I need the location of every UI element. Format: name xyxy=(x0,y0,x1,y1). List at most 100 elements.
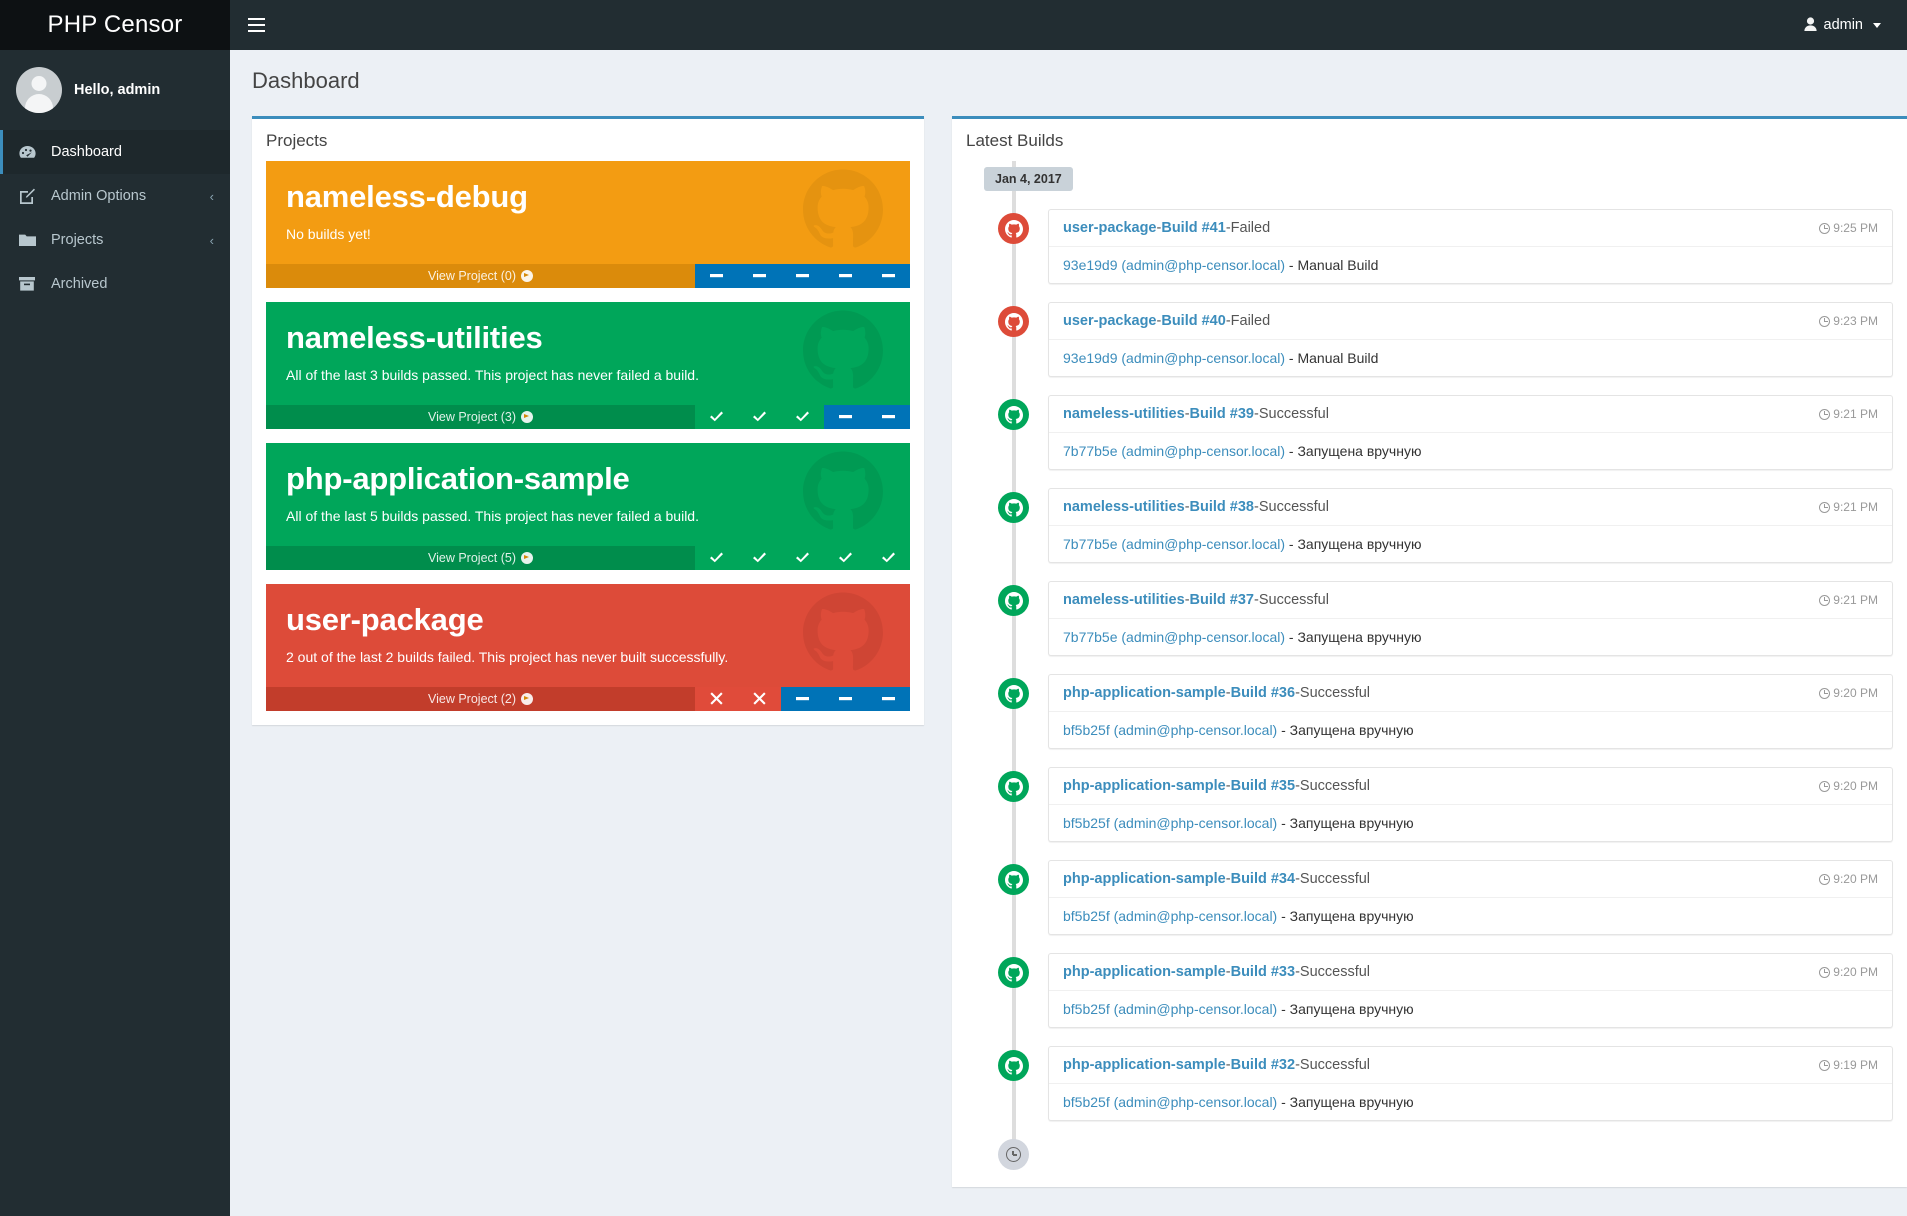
build-project-link[interactable]: php-application-sample xyxy=(1063,778,1226,794)
build-project-link[interactable]: php-application-sample xyxy=(1063,871,1226,887)
view-project-link[interactable]: View Project (3) xyxy=(266,405,695,429)
clock-icon xyxy=(998,1139,1029,1170)
project-card-footer: View Project (2) xyxy=(266,686,910,711)
build-commit-link[interactable]: bf5b25f (admin@php-censor.local) xyxy=(1063,1094,1277,1110)
build-number-link[interactable]: Build #34 xyxy=(1231,871,1295,887)
build-status-ok-icon[interactable] xyxy=(695,404,738,429)
sidebar-greeting: Hello, admin xyxy=(74,82,161,98)
build-time-label: 9:25 PM xyxy=(1833,221,1878,235)
github-icon xyxy=(998,864,1029,895)
build-commit-link[interactable]: 7b77b5e (admin@php-censor.local) xyxy=(1063,536,1285,552)
view-project-label: View Project (0) xyxy=(428,268,516,283)
build-time: 9:19 PM xyxy=(1819,1058,1878,1072)
build-number-link[interactable]: Build #41 xyxy=(1161,220,1225,236)
build-status-fail-icon[interactable] xyxy=(738,686,781,711)
build-card-body: 7b77b5e (admin@php-censor.local) - Запущ… xyxy=(1049,619,1892,655)
build-card: php-application-sample - Build #35 - Suc… xyxy=(1048,767,1893,842)
build-timeline-item: user-package - Build #41 - Failed 9:25 PM… xyxy=(980,209,1893,284)
build-status-ok-icon[interactable] xyxy=(867,545,910,570)
build-number-link[interactable]: Build #36 xyxy=(1231,685,1295,701)
build-status-none-icon[interactable] xyxy=(867,686,910,711)
view-project-link[interactable]: View Project (2) xyxy=(266,687,695,711)
build-commit-link[interactable]: 93e19d9 (admin@php-censor.local) xyxy=(1063,257,1285,273)
build-status-ok-icon[interactable] xyxy=(695,545,738,570)
sidebar-item-archived[interactable]: Archived xyxy=(0,262,230,306)
project-summary: All of the last 5 builds passed. This pr… xyxy=(286,507,699,524)
sidebar-item-admin-options[interactable]: Admin Options ‹ xyxy=(0,174,230,218)
build-status-none-icon[interactable] xyxy=(824,263,867,288)
build-project-link[interactable]: nameless-utilities xyxy=(1063,499,1185,515)
build-status-none-icon[interactable] xyxy=(738,263,781,288)
project-card-body: user-package 2 out of the last 2 builds f… xyxy=(266,583,910,687)
project-name: php-application-sample xyxy=(286,460,630,496)
build-commit-link[interactable]: bf5b25f (admin@php-censor.local) xyxy=(1063,722,1277,738)
clock-icon xyxy=(1819,501,1831,513)
user-icon xyxy=(1803,16,1817,34)
build-project-link[interactable]: php-application-sample xyxy=(1063,685,1226,701)
build-number-link[interactable]: Build #38 xyxy=(1190,499,1254,515)
build-commit-link[interactable]: bf5b25f (admin@php-censor.local) xyxy=(1063,908,1277,924)
build-project-link[interactable]: user-package xyxy=(1063,313,1157,329)
build-project-link[interactable]: php-application-sample xyxy=(1063,964,1226,980)
build-sep-3: - xyxy=(1277,722,1290,738)
view-project-link[interactable]: View Project (5) xyxy=(266,546,695,570)
build-commit-link[interactable]: 7b77b5e (admin@php-censor.local) xyxy=(1063,629,1285,645)
build-commit-link[interactable]: bf5b25f (admin@php-censor.local) xyxy=(1063,815,1277,831)
build-time: 9:21 PM xyxy=(1819,500,1878,514)
build-status-text: Successful xyxy=(1299,964,1371,980)
build-status-none-icon[interactable] xyxy=(867,263,910,288)
build-number-link[interactable]: Build #40 xyxy=(1161,313,1225,329)
build-number-link[interactable]: Build #32 xyxy=(1231,1057,1295,1073)
project-card: php-application-sample All of the last 5 … xyxy=(266,442,910,570)
user-menu-button[interactable]: admin xyxy=(1803,16,1886,34)
build-card-header: nameless-utilities - Build #38 - Success… xyxy=(1049,489,1892,526)
build-time-label: 9:20 PM xyxy=(1833,779,1878,793)
build-time: 9:20 PM xyxy=(1819,686,1878,700)
build-status-none-icon[interactable] xyxy=(824,686,867,711)
build-status-ok-icon[interactable] xyxy=(824,545,867,570)
build-card-body: bf5b25f (admin@php-censor.local) - Запущ… xyxy=(1049,898,1892,934)
build-number-link[interactable]: Build #33 xyxy=(1231,964,1295,980)
build-number-link[interactable]: Build #35 xyxy=(1231,778,1295,794)
build-status-none-icon[interactable] xyxy=(695,263,738,288)
view-project-link[interactable]: View Project (0) xyxy=(266,264,695,288)
build-status-fail-icon[interactable] xyxy=(695,686,738,711)
build-status-none-icon[interactable] xyxy=(781,263,824,288)
build-sep-3: - xyxy=(1277,815,1290,831)
build-project-link[interactable]: php-application-sample xyxy=(1063,1057,1226,1073)
sidebar-item-projects[interactable]: Projects ‹ xyxy=(0,218,230,262)
build-project-link[interactable]: user-package xyxy=(1063,220,1157,236)
sidebar-item-dashboard[interactable]: Dashboard xyxy=(0,130,230,174)
folder-icon xyxy=(19,233,43,247)
github-icon xyxy=(998,771,1029,802)
build-number-link[interactable]: Build #37 xyxy=(1190,592,1254,608)
build-status-ok-icon[interactable] xyxy=(738,545,781,570)
build-status-ok-icon[interactable] xyxy=(781,545,824,570)
hamburger-icon[interactable] xyxy=(230,0,282,50)
build-card-body: bf5b25f (admin@php-censor.local) - Запущ… xyxy=(1049,991,1892,1027)
build-commit-link[interactable]: 7b77b5e (admin@php-censor.local) xyxy=(1063,443,1285,459)
recent-build-statuses xyxy=(695,545,910,570)
build-status-ok-icon[interactable] xyxy=(738,404,781,429)
user-menu-label: admin xyxy=(1823,17,1864,33)
project-card-footer: View Project (0) xyxy=(266,263,910,288)
build-status-none-icon[interactable] xyxy=(781,686,824,711)
build-card: php-application-sample - Build #32 - Suc… xyxy=(1048,1046,1893,1121)
sidebar-item-label: Admin Options xyxy=(51,188,147,204)
build-project-link[interactable]: nameless-utilities xyxy=(1063,406,1185,422)
build-commit-link[interactable]: 93e19d9 (admin@php-censor.local) xyxy=(1063,350,1285,366)
build-commit-link[interactable]: bf5b25f (admin@php-censor.local) xyxy=(1063,1001,1277,1017)
build-status-none-icon[interactable] xyxy=(824,404,867,429)
build-number-link[interactable]: Build #39 xyxy=(1190,406,1254,422)
project-card-body: nameless-utilities All of the last 3 buil… xyxy=(266,301,910,405)
avatar xyxy=(16,67,62,113)
brand-logo[interactable]: PHP Censor xyxy=(0,0,230,50)
build-card-body: bf5b25f (admin@php-censor.local) - Запущ… xyxy=(1049,805,1892,841)
build-status-ok-icon[interactable] xyxy=(781,404,824,429)
build-status-none-icon[interactable] xyxy=(867,404,910,429)
build-sep-3: - xyxy=(1285,443,1298,459)
github-icon xyxy=(998,399,1029,430)
build-project-link[interactable]: nameless-utilities xyxy=(1063,592,1185,608)
view-project-label: View Project (5) xyxy=(428,550,516,565)
build-status-text: Successful xyxy=(1299,1057,1371,1073)
